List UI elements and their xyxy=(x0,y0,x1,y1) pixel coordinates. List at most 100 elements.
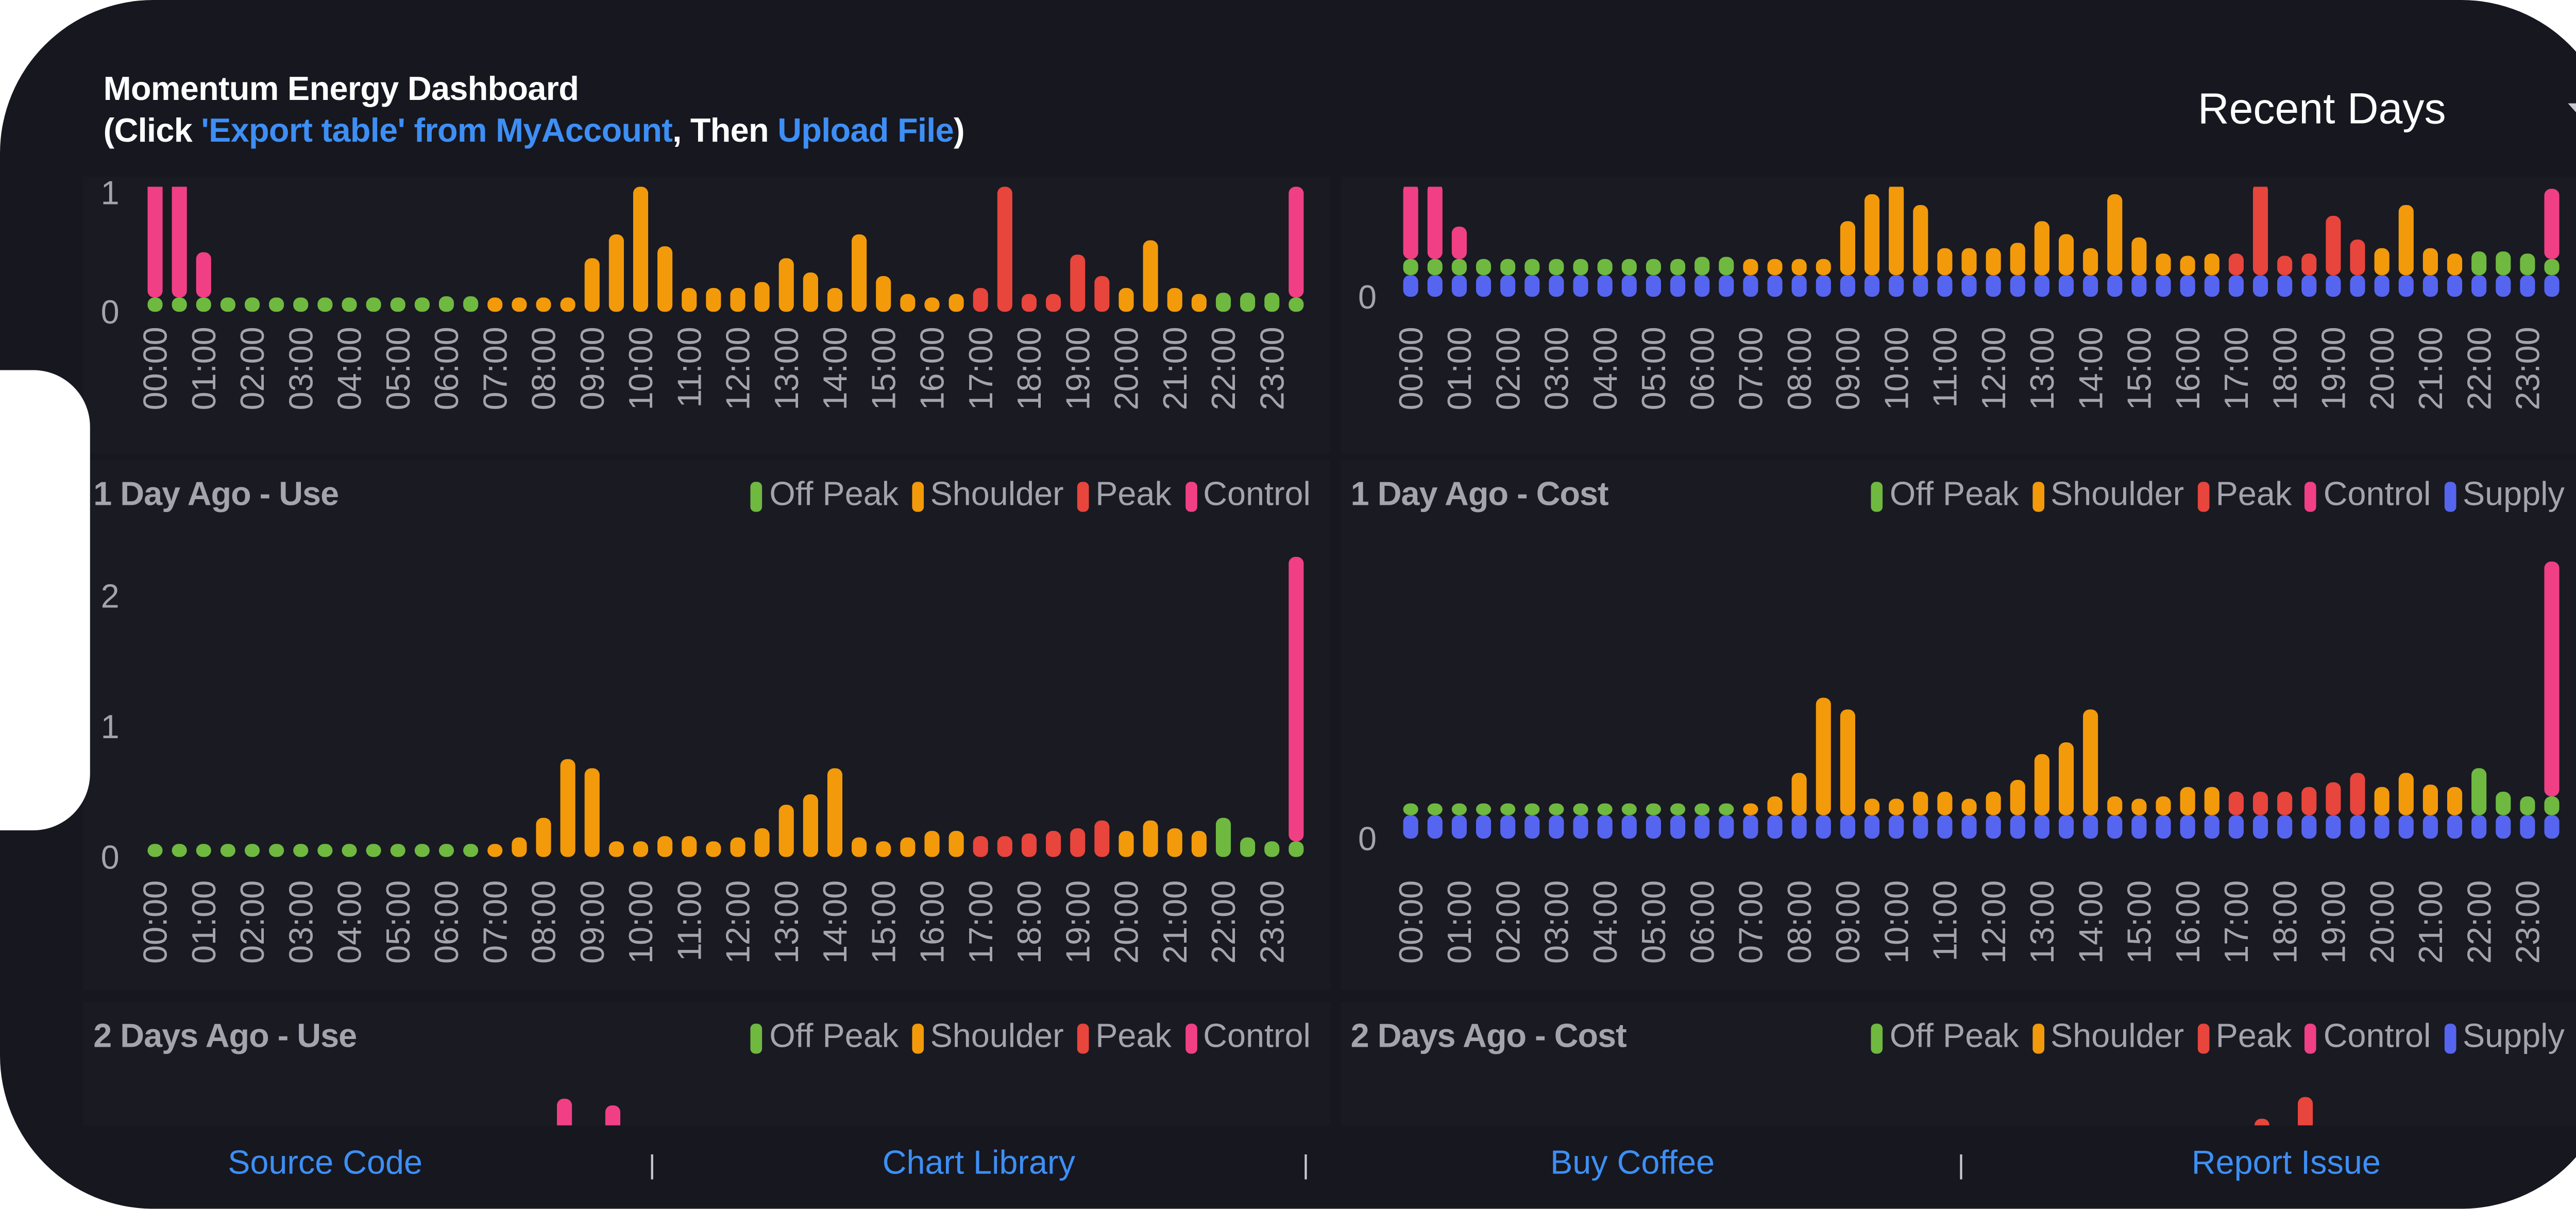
bar-control[interactable] xyxy=(196,252,211,298)
bar-supply[interactable] xyxy=(2374,275,2389,297)
bar-peak[interactable] xyxy=(973,287,988,312)
bar-shoulder[interactable] xyxy=(1143,240,1158,312)
bar-shoulder[interactable] xyxy=(682,287,697,312)
bar-supply[interactable] xyxy=(2034,275,2049,297)
bar-supply[interactable] xyxy=(2374,815,2389,839)
bar-shoulder[interactable] xyxy=(657,246,673,312)
bar-off-peak[interactable] xyxy=(172,844,187,857)
bar-supply[interactable] xyxy=(2180,275,2195,297)
bar-shoulder[interactable] xyxy=(512,297,527,312)
bar-off-peak[interactable] xyxy=(438,844,454,857)
bar-shoulder[interactable] xyxy=(1743,259,1758,276)
bar-off-peak[interactable] xyxy=(1427,259,1443,276)
bar-supply[interactable] xyxy=(1549,275,1564,297)
bar-off-peak[interactable] xyxy=(2520,796,2535,815)
bar-shoulder[interactable] xyxy=(1191,294,1207,312)
bar-supply[interactable] xyxy=(2083,815,2098,839)
bar-control[interactable] xyxy=(1289,186,1304,298)
bar-off-peak[interactable] xyxy=(2520,253,2535,276)
bar-supply[interactable] xyxy=(2350,275,2365,297)
bar-supply[interactable] xyxy=(2252,815,2268,839)
bar-shoulder[interactable] xyxy=(2180,787,2195,815)
bar-supply[interactable] xyxy=(2107,275,2123,297)
bar-shoulder[interactable] xyxy=(900,294,916,312)
bar-supply[interactable] xyxy=(1403,275,1418,297)
bar-shoulder[interactable] xyxy=(1816,259,1831,276)
bar-shoulder[interactable] xyxy=(1191,830,1207,857)
bar-off-peak[interactable] xyxy=(390,297,405,312)
bar-off-peak[interactable] xyxy=(1597,803,1613,815)
bar-supply[interactable] xyxy=(1621,815,1637,839)
bar-shoulder[interactable] xyxy=(1791,773,1807,815)
bar-shoulder[interactable] xyxy=(827,287,843,312)
bar-off-peak[interactable] xyxy=(1264,293,1280,312)
bar-shoulder[interactable] xyxy=(657,836,673,857)
bar-off-peak[interactable] xyxy=(1573,259,1588,276)
bar-off-peak[interactable] xyxy=(1289,841,1304,857)
bar-shoulder[interactable] xyxy=(584,768,600,857)
bar-off-peak[interactable] xyxy=(342,297,357,312)
bar-supply[interactable] xyxy=(2204,275,2219,297)
bar-shoulder[interactable] xyxy=(1167,828,1182,857)
bar-shoulder[interactable] xyxy=(1913,791,1928,815)
bar-shoulder[interactable] xyxy=(1840,709,1855,815)
bar-shoulder[interactable] xyxy=(754,828,770,857)
bar-peak[interactable] xyxy=(2228,253,2244,276)
report-issue-link[interactable]: Report Issue xyxy=(2192,1146,2381,1184)
bar-shoulder[interactable] xyxy=(2204,787,2219,815)
bar-shoulder[interactable] xyxy=(536,297,551,312)
bar-shoulder[interactable] xyxy=(1118,287,1134,312)
bar-supply[interactable] xyxy=(1549,815,1564,839)
bar-peak[interactable] xyxy=(1070,828,1086,857)
buy-coffee-link[interactable]: Buy Coffee xyxy=(1550,1146,1715,1184)
bar-shoulder[interactable] xyxy=(1118,830,1134,857)
bar-off-peak[interactable] xyxy=(1500,803,1516,815)
bar-supply[interactable] xyxy=(2301,815,2317,839)
bar-peak[interactable] xyxy=(973,836,988,857)
bar-shoulder[interactable] xyxy=(2010,780,2025,815)
bar-peak[interactable] xyxy=(2252,183,2268,276)
bar-off-peak[interactable] xyxy=(414,297,430,312)
bar-off-peak[interactable] xyxy=(1597,259,1613,276)
bar-off-peak[interactable] xyxy=(2471,251,2487,276)
bar-off-peak[interactable] xyxy=(1289,297,1304,312)
bar-supply[interactable] xyxy=(2083,275,2098,297)
bar-shoulder[interactable] xyxy=(803,794,818,857)
bar-off-peak[interactable] xyxy=(2496,251,2511,276)
bar-supply[interactable] xyxy=(1864,275,1880,297)
bar-supply[interactable] xyxy=(2422,815,2438,839)
bar-shoulder[interactable] xyxy=(827,768,843,857)
chart-library-link[interactable]: Chart Library xyxy=(883,1146,1075,1184)
bar-shoulder[interactable] xyxy=(560,297,575,312)
bar-shoulder[interactable] xyxy=(1937,791,1953,815)
bar-off-peak[interactable] xyxy=(342,844,357,857)
bar-shoulder[interactable] xyxy=(2422,785,2438,815)
bar-shoulder[interactable] xyxy=(1791,259,1807,276)
bar-peak[interactable] xyxy=(2252,791,2268,815)
bar-supply[interactable] xyxy=(1694,275,1710,297)
bar-shoulder[interactable] xyxy=(2422,248,2438,276)
bar-supply[interactable] xyxy=(2277,815,2293,839)
bar-peak[interactable] xyxy=(2301,787,2317,815)
bar-peak[interactable] xyxy=(2350,773,2365,815)
bar-off-peak[interactable] xyxy=(1670,803,1686,815)
bar-shoulder[interactable] xyxy=(512,837,527,857)
bar-supply[interactable] xyxy=(2034,815,2049,839)
bar-supply[interactable] xyxy=(1937,275,1953,297)
bar-supply[interactable] xyxy=(2131,275,2147,297)
bar-off-peak[interactable] xyxy=(1524,803,1540,815)
bar-off-peak[interactable] xyxy=(1549,259,1564,276)
bar-shoulder[interactable] xyxy=(2180,256,2195,276)
bar-off-peak[interactable] xyxy=(244,844,260,857)
bar-off-peak[interactable] xyxy=(2496,791,2511,815)
bar-supply[interactable] xyxy=(2228,275,2244,297)
bar-shoulder[interactable] xyxy=(2374,787,2389,815)
bar-control[interactable] xyxy=(1451,226,1467,259)
bar-off-peak[interactable] xyxy=(1500,259,1516,276)
bar-off-peak[interactable] xyxy=(1427,803,1443,815)
bar-shoulder[interactable] xyxy=(1889,183,1904,276)
bar-shoulder[interactable] xyxy=(2156,253,2171,276)
bar-shoulder[interactable] xyxy=(560,759,575,857)
bar-control[interactable] xyxy=(2544,189,2560,259)
upload-file-link[interactable]: Upload File xyxy=(777,113,954,150)
